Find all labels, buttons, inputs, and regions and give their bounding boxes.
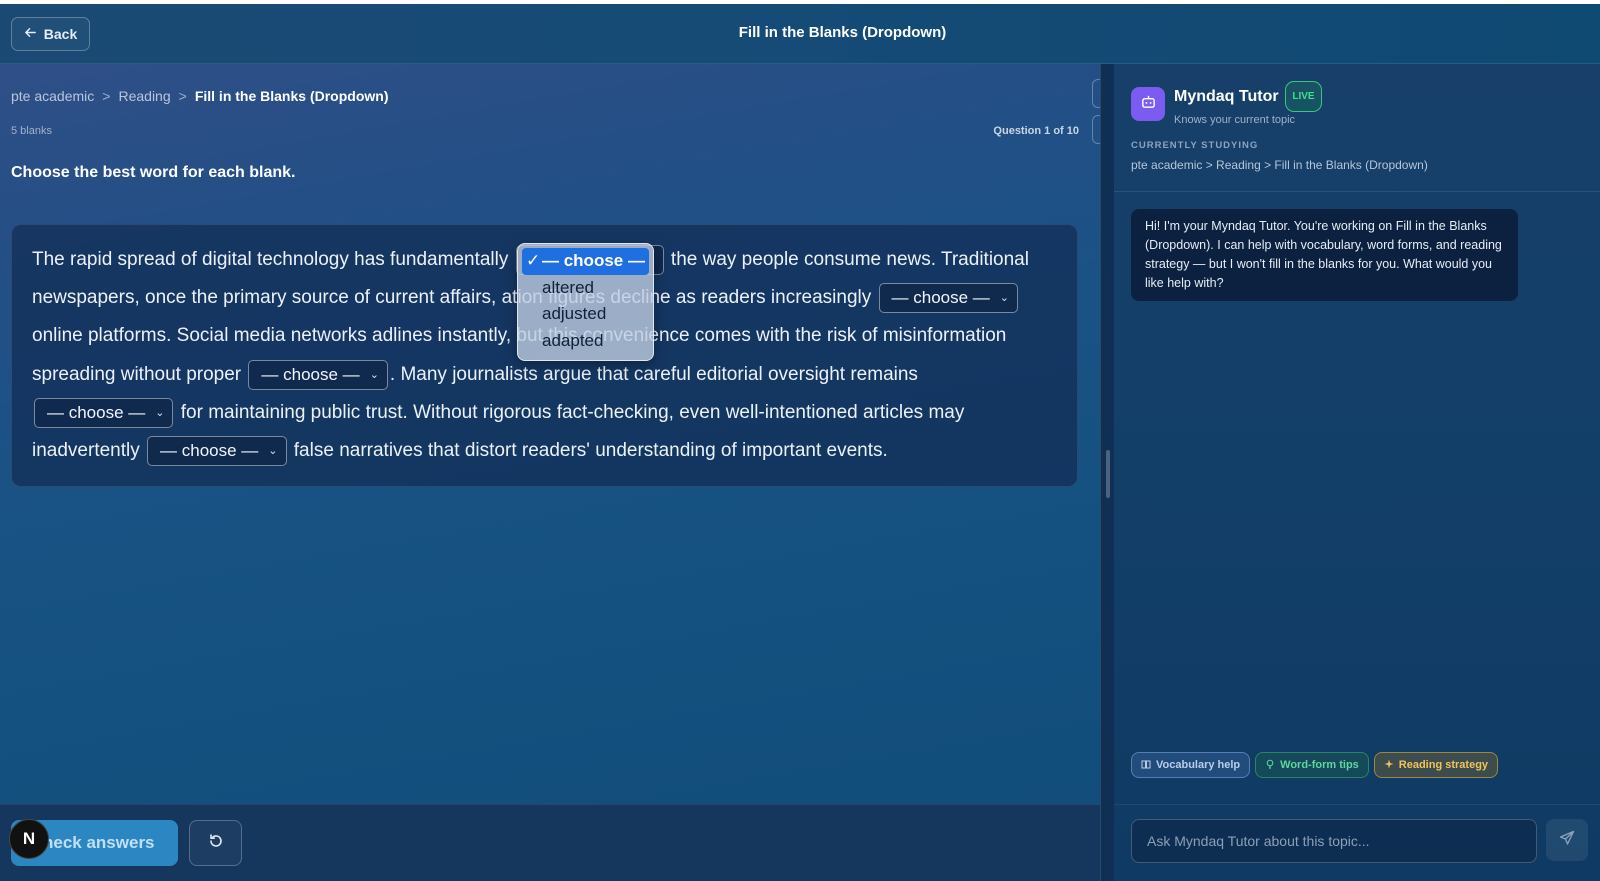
blank-select-4[interactable]: — choose — ⌄	[34, 397, 174, 428]
question-counter: Question 1 of 10	[993, 125, 1079, 137]
blank-select-3[interactable]: — choose — ⌄	[248, 359, 388, 390]
chevron-down-icon: ⌄	[155, 406, 165, 419]
reset-icon	[207, 832, 225, 855]
breadcrumb-separator: >	[178, 88, 187, 104]
bot-avatar	[1131, 87, 1165, 121]
reset-button[interactable]	[189, 820, 242, 866]
dropdown-option[interactable]: adapted	[522, 328, 649, 355]
dropdown-option[interactable]: adjusted	[522, 301, 649, 328]
chip-word-form-tips[interactable]: Word-form tips	[1255, 752, 1369, 778]
book-icon	[1141, 759, 1151, 772]
breadcrumb-separator: >	[102, 88, 111, 104]
tutor-name: Myndaq Tutor	[1174, 88, 1279, 105]
page-title: Fill in the Blanks (Dropdown)	[738, 24, 947, 41]
passage-segment: online platforms. Social media networks	[32, 325, 367, 347]
chevron-down-icon: ⌄	[369, 368, 379, 381]
action-bar: heck answers	[0, 804, 1100, 881]
select-value: — choose —	[891, 288, 990, 308]
top-header: Back Fill in the Blanks (Dropdown)	[0, 4, 1600, 64]
currently-studying-label: CURRENTLY STUDYING	[1131, 140, 1259, 151]
blank-dropdown-menu: ✓ — choose — altered adjusted adapted	[517, 243, 654, 361]
chevron-down-icon: ⌄	[268, 445, 278, 457]
chip-label: Word-form tips	[1280, 759, 1359, 771]
check-answers-label: heck answers	[43, 833, 155, 852]
app-badge[interactable]: N	[9, 819, 49, 859]
checkmark-icon: ✓	[526, 251, 541, 270]
dropdown-option-label: — choose —	[542, 251, 645, 270]
currently-studying-path: pte academic > Reading > Fill in the Bla…	[1131, 158, 1428, 172]
select-value: — choose —	[160, 441, 259, 460]
dropdown-option-placeholder[interactable]: ✓ — choose —	[522, 248, 649, 275]
sparkles-icon	[1384, 759, 1394, 772]
chip-label: Reading strategy	[1398, 759, 1489, 771]
panel-divider[interactable]	[1100, 64, 1114, 881]
select-value: — choose —	[47, 402, 146, 422]
tutor-input-bar	[1114, 804, 1600, 881]
send-icon	[1559, 830, 1575, 851]
robot-icon	[1140, 93, 1157, 115]
tutor-chat-input[interactable]	[1131, 819, 1537, 863]
passage-segment: false narratives that distort readers' u…	[293, 440, 888, 462]
send-button[interactable]	[1546, 819, 1588, 861]
breadcrumb-item-section[interactable]: Reading	[118, 88, 170, 104]
tutor-panel: Myndaq Tutor LIVE Knows your current top…	[1114, 64, 1600, 881]
select-value: — choose —	[261, 364, 360, 384]
passage-segment: . Many journalists argue that careful ed…	[389, 363, 918, 385]
chip-reading-strategy[interactable]: Reading strategy	[1373, 752, 1499, 778]
breadcrumb: pte academic > Reading > Fill in the Bla…	[11, 88, 388, 104]
chip-label: Vocabulary help	[1156, 759, 1241, 771]
chevron-down-icon: ⌄	[999, 292, 1010, 305]
exercise-panel: pte academic > Reading > Fill in the Bla…	[0, 64, 1100, 881]
instruction-text: Choose the best word for each blank.	[11, 164, 296, 181]
resize-handle[interactable]	[1106, 450, 1110, 498]
tutor-message: Hi! I'm your Myndaq Tutor. You're workin…	[1131, 209, 1518, 301]
passage-segment: The rapid spread of digital technology h…	[32, 249, 509, 270]
blank-select-2[interactable]: — choose — ⌄	[878, 283, 1019, 314]
breadcrumb-item-current: Fill in the Blanks (Dropdown)	[194, 88, 389, 104]
live-badge: LIVE	[1285, 81, 1322, 112]
blanks-count: 5 blanks	[11, 125, 52, 137]
breadcrumb-item-exam[interactable]: pte academic	[11, 88, 94, 104]
suggestion-chips: Vocabulary help Word-form tips Reading s…	[1131, 752, 1499, 778]
blank-select-5[interactable]: — choose — ⌄	[147, 436, 287, 466]
lightbulb-icon	[1265, 759, 1275, 772]
dropdown-option[interactable]: altered	[522, 275, 649, 302]
tutor-subtitle: Knows your current topic	[1174, 114, 1296, 126]
chip-vocabulary-help[interactable]: Vocabulary help	[1131, 752, 1251, 778]
tutor-header: Myndaq Tutor LIVE Knows your current top…	[1114, 64, 1600, 192]
